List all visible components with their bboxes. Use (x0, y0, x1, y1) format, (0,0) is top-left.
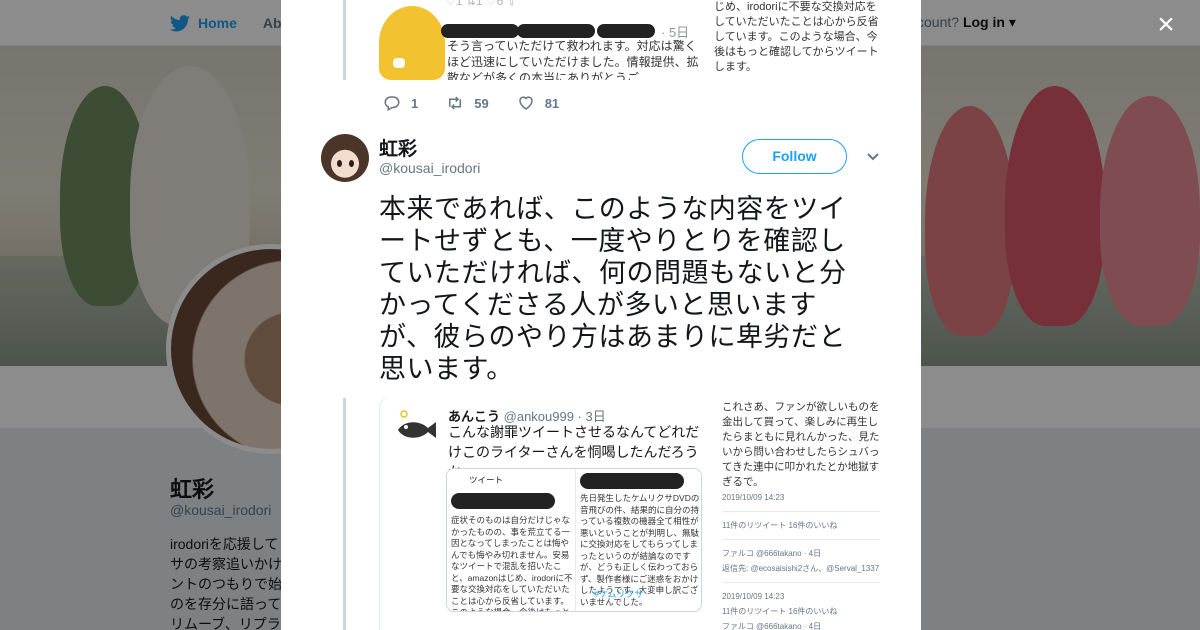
tweet-text: 本来であれば、このような内容をツイートせずとも、一度やりとりを確認していただけれ… (379, 194, 847, 385)
embedded-side-panel: これさあ、ファンが欲しいものを金出して買って、楽しみに再生したらまともに見れんか… (722, 400, 880, 630)
divider (722, 539, 880, 540)
side-date-2: 2019/10/09 14:23 (722, 592, 785, 601)
divider (722, 582, 880, 583)
heart-icon (518, 96, 533, 110)
follow-button[interactable]: Follow (742, 139, 847, 174)
card-left-header: ツイート (469, 475, 504, 485)
embedded-screenshot-card: ツイート 症状そのものは自分だけじゃなかったものの、事を荒立てる一因となってしま… (446, 468, 702, 612)
like-button[interactable]: 81 (517, 94, 559, 112)
embedded-action-icons: ♡1 ⇅1 ♡6 ⇧ (445, 0, 517, 8)
reply-count: 1 (411, 95, 419, 111)
anglerfish-avatar-icon (398, 410, 436, 438)
thread-connector (343, 0, 346, 80)
embedded-side-text: じめ、irodoriに不要な交換対応をしていただいたことは心から反省しています。… (714, 1, 879, 73)
author-handle[interactable]: @kousai_irodori (379, 160, 480, 176)
redaction-bar (580, 473, 684, 489)
side-text: これさあ、ファンが欲しいものを金出して買って、楽しみに再生したらまともに見れんか… (722, 401, 880, 488)
tweet-media-image[interactable]: あんこう @ankou999 · 3日 こんな謝罪ツイートさせるなんてどれだけこ… (379, 396, 882, 630)
side-reply-name-2: ファルコ @666takano · 4日 (722, 622, 822, 630)
author-name[interactable]: 虹彩 (379, 134, 417, 161)
side-reply-name: ファルコ @666takano · 4日 (722, 549, 822, 558)
side-date: 2019/10/09 14:23 (722, 493, 785, 502)
embedded-tweet-text: そう言っていただけて救われます。対応は驚くほど迅速にしていただけました。情報提供… (447, 39, 699, 80)
redaction-bar (441, 24, 519, 38)
card-right: 先日発生したケムリクサDVDの音飛びの件、結果的に自分の持っている複数の機器全て… (575, 469, 701, 611)
chevron-down-icon[interactable] (865, 149, 881, 165)
side-stats-2: 11件のリツイート 16件のいいね (722, 607, 838, 616)
previous-tweet-image[interactable]: ♡1 ⇅1 ♡6 ⇧ · 5日 そう言っていただけて救われます。対応は驚くほど迅… (379, 0, 882, 80)
side-stats: 11件のリツイート 16件のいいね (722, 521, 838, 530)
side-reply-sub: 返信先: @ecosaisishi2さん、@Serval_1337 (722, 564, 880, 573)
card-left-text: 症状そのものは自分だけじゃなかったものの、事を荒立てる一因となってしまったことは… (451, 515, 573, 612)
emoji-avatar-icon (379, 6, 445, 80)
previous-tweet-actions: 1 59 81 (383, 94, 587, 112)
divider (722, 511, 880, 512)
close-icon[interactable]: × (1150, 10, 1182, 42)
reply-button[interactable]: 1 (383, 94, 418, 112)
reply-icon (384, 96, 400, 112)
card-left: ツイート 症状そのものは自分だけじゃなかったものの、事を荒立てる一因となってしま… (447, 469, 574, 612)
avatar-eye (349, 160, 354, 167)
thread-connector (343, 398, 346, 630)
card-hashtag: #ケムリクサ (594, 589, 644, 599)
redaction-bar (597, 24, 655, 38)
avatar-eye (337, 160, 342, 167)
tweet-modal: ♡1 ⇅1 ♡6 ⇧ · 5日 そう言っていただけて救われます。対応は驚くほど迅… (281, 0, 921, 630)
retweet-icon (449, 96, 462, 110)
redaction-bar (517, 24, 595, 38)
redaction-bar (451, 493, 555, 509)
retweet-button[interactable]: 59 (446, 94, 489, 112)
author-avatar[interactable] (321, 134, 369, 182)
like-count: 81 (544, 95, 560, 111)
retweet-count: 59 (474, 95, 489, 111)
